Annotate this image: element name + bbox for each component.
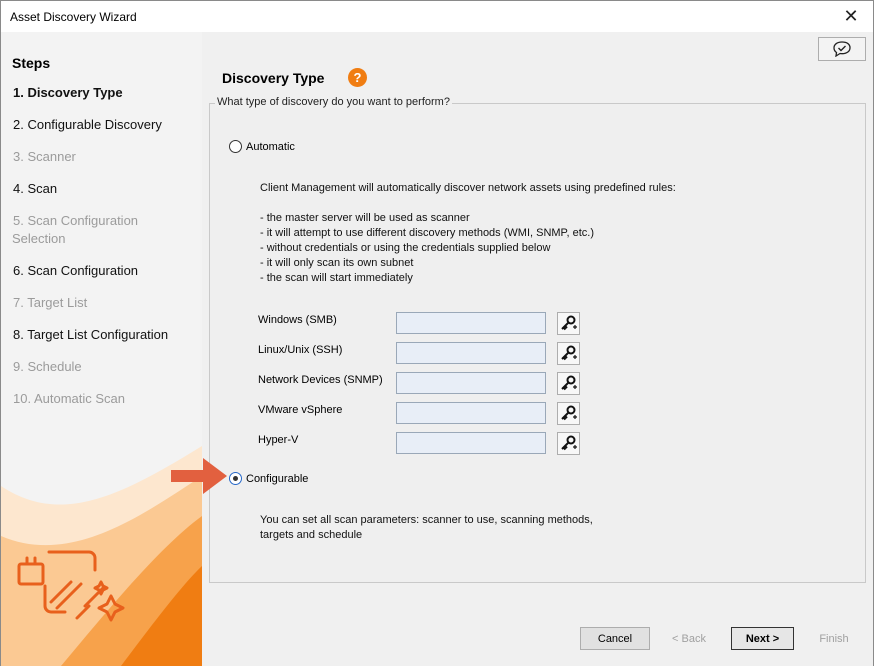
key-icon <box>561 375 577 391</box>
step-scanner: 3. Scanner <box>13 149 76 164</box>
help-icon[interactable]: ? <box>348 68 367 87</box>
automatic-option[interactable]: Automatic <box>229 140 295 153</box>
configurable-description-line2: targets and schedule <box>260 529 363 541</box>
title-bar: Asset Discovery Wizard ✕ <box>1 1 873 32</box>
close-icon[interactable]: ✕ <box>829 1 873 31</box>
vsphere-credential-field[interactable] <box>396 402 546 424</box>
linux-key-button[interactable] <box>557 342 580 365</box>
group-question: What type of discovery do you want to pe… <box>215 96 452 108</box>
configurable-description: You can set all scan parameters: scanner… <box>260 514 593 526</box>
main-panel: Discovery Type ? What type of discovery … <box>171 32 873 666</box>
vsphere-key-button[interactable] <box>557 402 580 425</box>
steps-sidebar: Steps 1. Discovery Type 2. Configurable … <box>1 32 202 666</box>
configurable-label: Configurable <box>246 472 309 485</box>
windows-credential-field[interactable] <box>396 312 546 334</box>
step-scan-configuration-selection: 5. Scan Configuration Selection <box>12 212 198 248</box>
snmp-key-button[interactable] <box>557 372 580 395</box>
hyperv-credential-field[interactable] <box>396 432 546 454</box>
step-scan-configuration: 6. Scan Configuration <box>13 263 139 278</box>
discovery-type-group: What type of discovery do you want to pe… <box>209 96 866 583</box>
key-icon <box>561 345 577 361</box>
step-target-list-configuration: 8. Target List Configuration <box>13 327 169 342</box>
step-label-line2: Selection <box>12 231 66 246</box>
key-icon <box>561 315 577 331</box>
wizard-window: Asset Discovery Wizard ✕ Steps 1. Discov… <box>0 0 874 666</box>
window-title: Asset Discovery Wizard <box>10 10 137 24</box>
credential-label-vsphere: VMware vSphere <box>258 404 343 416</box>
windows-key-button[interactable] <box>557 312 580 335</box>
step-scan: 4. Scan <box>13 181 58 196</box>
key-icon <box>561 405 577 421</box>
automatic-label: Automatic <box>246 140 295 153</box>
step-target-list: 7. Target List <box>13 295 88 310</box>
step-configurable-discovery: 2. Configurable Discovery <box>13 117 162 132</box>
feedback-button[interactable] <box>818 37 866 61</box>
bullet-line: - it will only scan its own subnet <box>260 257 414 269</box>
automatic-radio[interactable] <box>229 140 242 153</box>
linux-credential-field[interactable] <box>396 342 546 364</box>
step-schedule: 9. Schedule <box>13 359 82 374</box>
chat-check-icon <box>833 41 851 57</box>
decorative-wave-graphic <box>1 446 202 666</box>
bullet-line: - the master server will be used as scan… <box>260 212 470 224</box>
cancel-button[interactable]: Cancel <box>580 627 650 650</box>
credential-label-hyperv: Hyper-V <box>258 434 299 446</box>
automatic-description: Client Management will automatically dis… <box>260 182 676 194</box>
steps-heading: Steps <box>12 55 51 71</box>
finish-button[interactable]: Finish <box>806 627 862 650</box>
bullet-line: - the scan will start immediately <box>260 272 413 284</box>
back-button[interactable]: < Back <box>660 627 718 650</box>
page-title: Discovery Type <box>222 70 325 86</box>
bullet-line: - without credentials or using the crede… <box>260 242 551 254</box>
credential-label-linux: Linux/Unix (SSH) <box>258 344 343 356</box>
next-button[interactable]: Next > <box>731 627 794 650</box>
arrow-pointer-icon <box>171 458 227 494</box>
credential-label-snmp: Network Devices (SNMP) <box>258 374 383 386</box>
bullet-line: - it will attempt to use different disco… <box>260 227 594 239</box>
credential-label-windows: Windows (SMB) <box>258 314 337 326</box>
step-label-line1: 5. Scan Configuration <box>13 213 139 228</box>
snmp-credential-field[interactable] <box>396 372 546 394</box>
hyperv-key-button[interactable] <box>557 432 580 455</box>
configurable-option[interactable]: Configurable <box>229 472 308 485</box>
key-icon <box>561 435 577 451</box>
step-discovery-type: 1. Discovery Type <box>13 85 123 100</box>
